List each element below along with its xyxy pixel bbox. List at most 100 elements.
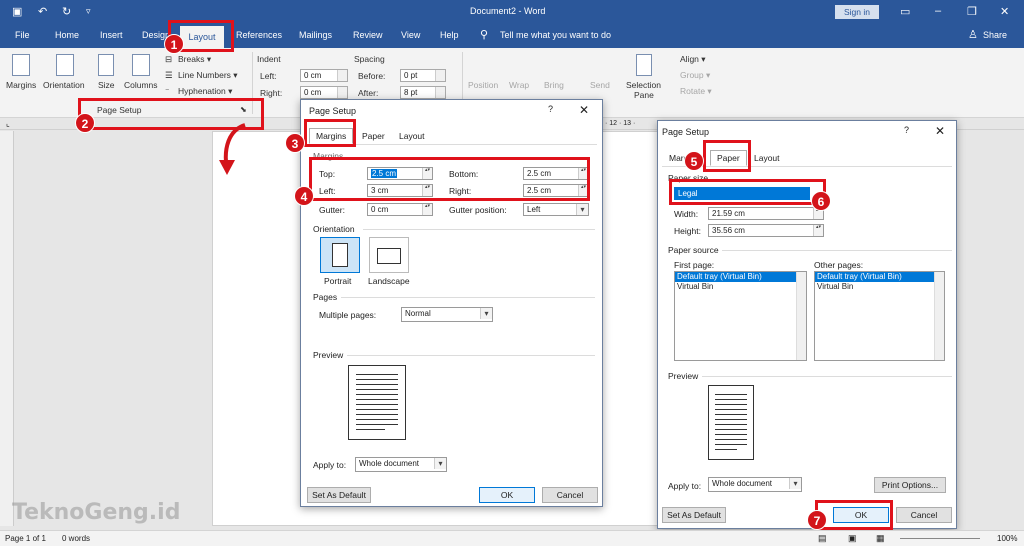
columns-button[interactable]: Columns bbox=[124, 80, 158, 90]
read-mode-icon[interactable]: ▤ bbox=[818, 533, 827, 544]
align-button[interactable]: Align ▾ bbox=[680, 54, 706, 65]
share-button[interactable]: Share bbox=[983, 30, 1007, 40]
cancel-button[interactable]: Cancel bbox=[542, 487, 598, 503]
hyphenation-button[interactable]: Hyphenation ▾ bbox=[178, 86, 232, 97]
gutter-position-select[interactable]: Left bbox=[523, 203, 589, 216]
tab-references[interactable]: References bbox=[236, 30, 282, 40]
set-as-default-button[interactable]: Set As Default bbox=[307, 487, 371, 503]
selection-pane-icon[interactable] bbox=[636, 54, 652, 76]
tab-file[interactable]: File bbox=[15, 30, 30, 40]
indent-left-input[interactable]: 0 cm bbox=[300, 69, 348, 82]
send-backward-button[interactable]: Send Backward bbox=[590, 80, 618, 92]
set-as-default-button[interactable]: Set As Default bbox=[662, 507, 726, 523]
margins-icon[interactable] bbox=[12, 54, 30, 76]
apply-to-select[interactable]: Whole document bbox=[708, 477, 802, 492]
customize-qat-icon[interactable]: ▿ bbox=[86, 6, 91, 17]
tab-selector-icon[interactable]: ⌞ bbox=[6, 119, 10, 128]
dialog-title: Page Setup bbox=[662, 127, 710, 137]
orientation-icon[interactable] bbox=[56, 54, 74, 76]
right-input[interactable]: 2.5 cm bbox=[523, 184, 589, 197]
size-button[interactable]: Size bbox=[98, 80, 115, 90]
spacing-after-input[interactable]: 8 pt bbox=[400, 86, 446, 99]
help-icon[interactable]: ? bbox=[904, 125, 909, 135]
list-item[interactable]: Default tray (Virtual Bin) bbox=[815, 272, 944, 282]
orientation-button[interactable]: Orientation bbox=[43, 80, 85, 90]
tab-view[interactable]: View bbox=[401, 30, 420, 40]
list-item[interactable]: Default tray (Virtual Bin) bbox=[675, 272, 806, 282]
save-icon[interactable]: ▣ bbox=[12, 5, 22, 18]
tab-mailings[interactable]: Mailings bbox=[299, 30, 332, 40]
selection-pane-button-line2[interactable]: Pane bbox=[634, 90, 654, 100]
width-input[interactable]: 21.59 cm bbox=[708, 207, 824, 220]
tab-insert[interactable]: Insert bbox=[100, 30, 123, 40]
portrait-button[interactable] bbox=[320, 237, 360, 273]
cancel-button[interactable]: Cancel bbox=[896, 507, 952, 523]
tab-layout[interactable]: Layout bbox=[392, 128, 432, 144]
apply-to-label: Apply to: bbox=[668, 481, 702, 491]
close-icon[interactable]: ✕ bbox=[935, 124, 945, 138]
list-item[interactable]: Virtual Bin bbox=[815, 282, 944, 292]
bring-forward-button[interactable]: Bring Forward bbox=[544, 80, 572, 92]
tab-layout[interactable]: Layout bbox=[180, 26, 224, 48]
list-item[interactable]: Virtual Bin bbox=[675, 282, 806, 292]
size-icon[interactable] bbox=[98, 54, 114, 76]
margins-button[interactable]: Margins bbox=[6, 80, 36, 90]
ribbon-display-icon[interactable]: ▭ bbox=[900, 5, 910, 18]
print-options-button[interactable]: Print Options... bbox=[874, 477, 946, 493]
print-layout-icon[interactable]: ▣ bbox=[848, 533, 857, 544]
apply-to-select[interactable]: Whole document bbox=[355, 457, 447, 472]
page-count[interactable]: Page 1 of 1 bbox=[5, 534, 46, 543]
step-badge-6: 6 bbox=[811, 191, 831, 211]
ok-button[interactable]: OK bbox=[833, 507, 889, 523]
wrap-text-button[interactable]: Wrap Text bbox=[509, 80, 535, 92]
tab-review[interactable]: Review bbox=[353, 30, 383, 40]
rotate-button[interactable]: Rotate ▾ bbox=[680, 86, 712, 97]
page-setup-launcher-icon[interactable]: ⬊ bbox=[240, 105, 247, 114]
selection-pane-button[interactable]: Selection bbox=[626, 80, 661, 90]
position-button[interactable]: Position bbox=[468, 80, 498, 90]
top-input[interactable]: 2.5 cm bbox=[367, 167, 433, 180]
word-count[interactable]: 0 words bbox=[62, 534, 90, 543]
gutter-input[interactable]: 0 cm bbox=[367, 203, 433, 216]
line-numbers-button[interactable]: Line Numbers ▾ bbox=[178, 70, 238, 81]
help-icon[interactable]: ? bbox=[548, 104, 553, 114]
spacing-before-input[interactable]: 0 pt bbox=[400, 69, 446, 82]
landscape-button[interactable] bbox=[369, 237, 409, 273]
pages-section-label: Pages bbox=[313, 292, 338, 302]
zoom-level[interactable]: 100% bbox=[997, 534, 1017, 543]
tell-me-box[interactable]: Tell me what you want to do bbox=[500, 30, 611, 40]
undo-icon[interactable]: ↶ bbox=[38, 5, 47, 18]
tab-margins[interactable]: Margins bbox=[309, 128, 354, 144]
breaks-button[interactable]: Breaks ▾ bbox=[178, 54, 211, 65]
lightbulb-icon: ⚲ bbox=[480, 29, 489, 41]
web-layout-icon[interactable]: ▦ bbox=[876, 533, 885, 544]
close-icon[interactable]: ✕ bbox=[579, 103, 589, 117]
tab-paper[interactable]: Paper bbox=[710, 150, 747, 166]
first-page-list[interactable]: Default tray (Virtual Bin) Virtual Bin bbox=[674, 271, 807, 361]
sign-in-button[interactable]: Sign in bbox=[835, 5, 879, 19]
tab-layout[interactable]: Layout bbox=[747, 150, 787, 166]
paper-size-select[interactable]: Legal bbox=[674, 187, 810, 200]
left-input[interactable]: 3 cm bbox=[367, 184, 433, 197]
columns-icon[interactable] bbox=[132, 54, 150, 76]
scrollbar[interactable] bbox=[934, 272, 944, 360]
other-pages-list[interactable]: Default tray (Virtual Bin) Virtual Bin bbox=[814, 271, 945, 361]
redo-icon[interactable]: ↻ bbox=[62, 5, 71, 18]
tab-help[interactable]: Help bbox=[440, 30, 459, 40]
ok-button[interactable]: OK bbox=[479, 487, 535, 503]
group-button[interactable]: Group ▾ bbox=[680, 70, 710, 81]
top-input-selected-text: 2.5 cm bbox=[371, 169, 398, 178]
height-input[interactable]: 35.56 cm bbox=[708, 224, 824, 237]
zoom-slider[interactable] bbox=[900, 538, 980, 539]
close-icon[interactable]: ✕ bbox=[1000, 5, 1009, 18]
restore-icon[interactable]: ❐ bbox=[967, 5, 977, 18]
minimize-icon[interactable]: – bbox=[935, 5, 941, 17]
document-title: Document2 - Word bbox=[470, 6, 546, 16]
indent-right-input[interactable]: 0 cm bbox=[300, 86, 348, 99]
scrollbar[interactable] bbox=[796, 272, 806, 360]
left-label: Left: bbox=[319, 186, 336, 196]
tab-paper[interactable]: Paper bbox=[355, 128, 392, 144]
tab-home[interactable]: Home bbox=[55, 30, 79, 40]
bottom-input[interactable]: 2.5 cm bbox=[523, 167, 589, 180]
multiple-pages-select[interactable]: Normal bbox=[401, 307, 493, 322]
